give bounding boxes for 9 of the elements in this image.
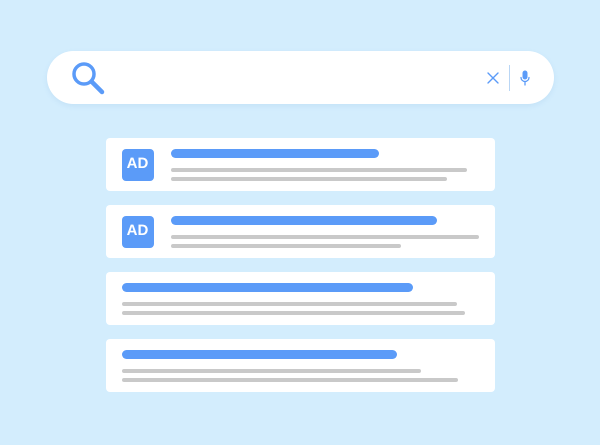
result-card[interactable] (106, 272, 494, 325)
search-icon (70, 60, 104, 94)
result-card[interactable]: AD (106, 138, 494, 191)
result-card[interactable]: AD (106, 205, 494, 258)
ad-badge: AD (122, 148, 154, 180)
ad-badge: AD (122, 216, 154, 248)
microphone-icon[interactable] (520, 70, 530, 86)
close-icon[interactable] (486, 72, 498, 84)
result-card[interactable] (106, 339, 494, 392)
